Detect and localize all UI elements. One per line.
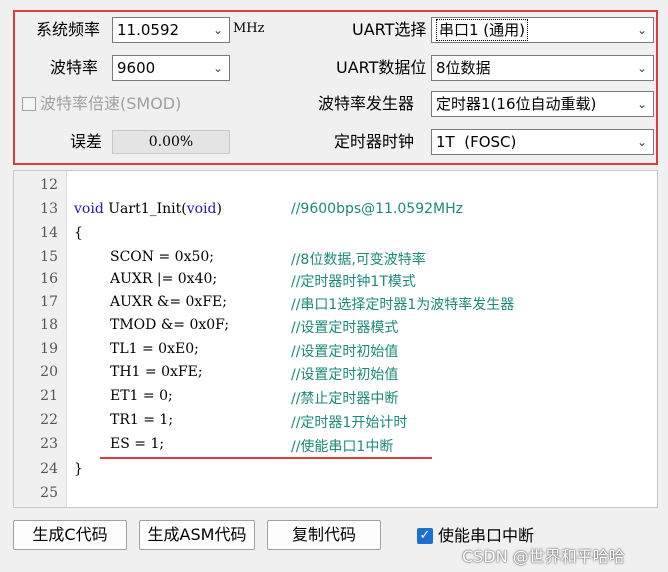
line-number: 20 <box>40 364 58 380</box>
code-line: AUXR &= 0xFE; <box>110 294 227 310</box>
baudgen-value: 定时器1(16位自动重载) <box>436 95 597 113</box>
code-comment: //设置定时器模式 <box>291 320 399 336</box>
line-number: 19 <box>40 341 58 357</box>
paren: ) <box>216 201 222 217</box>
code-comment: //8位数据,可变波特率 <box>291 252 426 268</box>
timerclk-label: 定时器时钟 <box>334 132 415 151</box>
line-number: 16 <box>40 271 58 287</box>
chevron-down-icon: ⌄ <box>212 23 223 37</box>
sysfreq-value: 11.0592 <box>117 21 180 39</box>
code-comment: //串口1选择定时器1为波特率发生器 <box>291 297 515 313</box>
sysfreq-unit: MHz <box>233 21 265 36</box>
function-name: Uart1_Init( <box>108 201 187 217</box>
baud-value: 9600 <box>117 59 156 77</box>
uart-select-label: UART选择 <box>352 20 427 39</box>
line-number: 13 <box>40 201 58 217</box>
line-number: 17 <box>40 294 58 310</box>
code-comment: //定时器时钟1T模式 <box>291 274 416 290</box>
baud-combobox[interactable]: 9600 ⌄ <box>112 55 230 81</box>
databits-combobox[interactable]: 8位数据 ⌄ <box>431 55 654 81</box>
baudgen-combobox[interactable]: 定时器1(16位自动重载) ⌄ <box>431 91 654 117</box>
copy-code-button[interactable]: 复制代码 <box>267 520 381 550</box>
code-line: } <box>74 461 83 477</box>
code-line: TL1 = 0xE0; <box>110 341 199 357</box>
code-comment: //定时器1开始计时 <box>291 415 408 431</box>
keyword: void <box>74 201 104 217</box>
code-comment: //9600bps@11.0592MHz <box>291 201 463 217</box>
keyword: void <box>186 201 217 217</box>
line-number: 22 <box>40 412 58 428</box>
chevron-down-icon: ⌄ <box>636 61 647 75</box>
line-number: 12 <box>40 177 58 193</box>
code-comment: //设置定时初始值 <box>291 367 399 383</box>
code-line: ET1 = 0; <box>110 388 173 404</box>
timerclk-combobox[interactable]: 1T (FOSC) ⌄ <box>431 129 654 155</box>
generate-c-button[interactable]: 生成C代码 <box>13 520 127 550</box>
code-line: TMOD &= 0x0F; <box>110 317 230 333</box>
uart-select-combobox[interactable]: 串口1 (通用) ⌄ <box>431 17 654 43</box>
code-line: AUXR |= 0x40; <box>110 271 218 287</box>
baudgen-label: 波特率发生器 <box>318 94 415 113</box>
checkmark-icon: ✓ <box>419 528 431 543</box>
code-line-13: void Uart1_Init(void) <box>74 201 222 217</box>
baud-label: 波特率 <box>50 58 99 77</box>
line-number: 18 <box>40 317 58 333</box>
uart-select-value: 串口1 (通用) <box>436 19 529 41</box>
code-line: SCON = 0x50; <box>110 249 214 265</box>
databits-value: 8位数据 <box>436 59 491 77</box>
code-comment: //禁止定时器中断 <box>291 391 399 407</box>
enable-uart-interrupt-checkbox[interactable]: ✓ <box>417 528 433 544</box>
chevron-down-icon: ⌄ <box>636 97 647 111</box>
line-number: 15 <box>40 249 58 265</box>
chevron-down-icon: ⌄ <box>212 61 223 75</box>
sysfreq-combobox[interactable]: 11.0592 ⌄ <box>112 17 230 43</box>
watermark: CSDN @世界和平哈哈 <box>462 547 625 566</box>
smod-label: 波特率倍速(SMOD) <box>40 94 182 113</box>
code-line: TR1 = 1; <box>110 412 174 428</box>
error-label: 误差 <box>70 132 103 151</box>
code-comment: //设置定时初始值 <box>291 344 399 360</box>
error-value: 0.00% <box>112 130 230 154</box>
code-line: TH1 = 0xFE; <box>110 364 203 380</box>
code-line: ES = 1; <box>110 436 165 452</box>
line-number: 24 <box>40 461 58 477</box>
timerclk-value: 1T (FOSC) <box>436 133 517 151</box>
line-number-gutter <box>14 171 67 507</box>
line-number: 21 <box>40 388 58 404</box>
code-editor[interactable]: 12 13 14 15 16 17 18 19 20 21 22 23 24 2… <box>13 170 658 508</box>
chevron-down-icon: ⌄ <box>636 23 647 37</box>
line-number: 23 <box>40 436 58 452</box>
sysfreq-label: 系统频率 <box>36 20 101 39</box>
line-number: 14 <box>40 225 58 241</box>
code-line: { <box>74 225 83 241</box>
line-number: 25 <box>40 485 58 501</box>
code-comment: //使能串口1中断 <box>291 439 394 455</box>
highlight-underline <box>100 457 432 459</box>
databits-label: UART数据位 <box>336 58 427 77</box>
generate-asm-button[interactable]: 生成ASM代码 <box>139 520 255 550</box>
smod-checkbox[interactable] <box>22 97 36 111</box>
chevron-down-icon: ⌄ <box>636 135 647 149</box>
